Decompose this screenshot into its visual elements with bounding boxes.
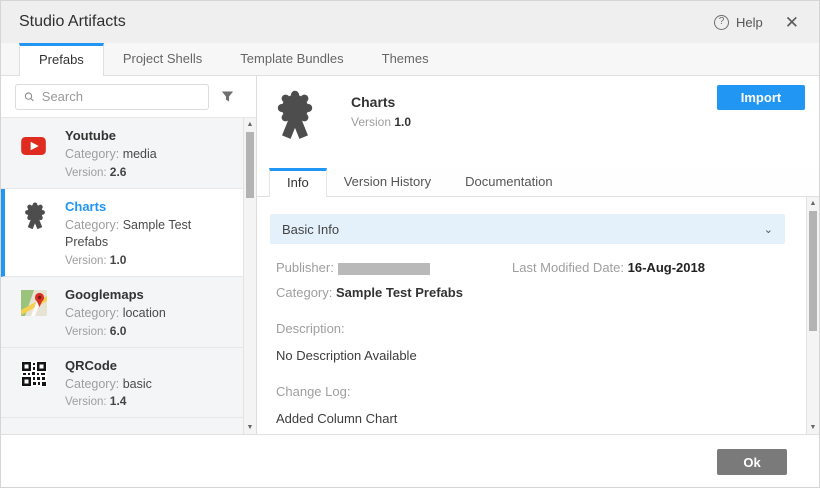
tab-template-bundles[interactable]: Template Bundles (221, 43, 362, 75)
title-bar: Studio Artifacts ? Help ✕ (1, 1, 819, 43)
prefab-sidebar: Youtube Category: media Version: 2.6 (1, 76, 257, 434)
item-version: Version: 1.0 (65, 253, 215, 267)
filter-funnel-icon (220, 89, 235, 104)
scrollbar-thumb[interactable] (809, 211, 817, 331)
search-icon (24, 91, 35, 103)
tab-info[interactable]: Info (269, 168, 327, 197)
scroll-down-icon[interactable]: ▼ (244, 421, 256, 434)
publisher-field: Publisher: (276, 260, 512, 275)
info-tab-content: Basic Info ⌄ Publisher: Last Modified Da… (257, 197, 819, 434)
publisher-redacted (338, 263, 430, 275)
category-field: Category: Sample Test Prefabs (276, 285, 785, 300)
last-modified-field: Last Modified Date: 16-Aug-2018 (512, 260, 705, 275)
scroll-down-icon[interactable]: ▼ (807, 421, 819, 434)
list-item-qrcode[interactable]: QRCode Category: basic Version: 1.4 (1, 348, 243, 419)
help-button[interactable]: ? Help (714, 15, 763, 30)
scrollbar-thumb[interactable] (246, 132, 254, 198)
list-item-googlemaps[interactable]: Googlemaps Category: location Version: 6… (1, 277, 243, 348)
item-version: Version: 2.6 (65, 165, 157, 179)
changelog-label: Change Log: (276, 384, 785, 399)
main-tab-bar: Prefabs Project Shells Template Bundles … (1, 43, 819, 76)
dialog-footer: Ok (1, 434, 819, 488)
search-row (1, 76, 256, 117)
item-name: Charts (65, 199, 215, 214)
detail-panel: Charts Version 1.0 Import Info Version H… (257, 76, 819, 434)
item-name: Youtube (65, 128, 157, 143)
item-name: Googlemaps (65, 287, 166, 302)
item-name: QRCode (65, 358, 152, 373)
item-name: LinkedInOAuth (65, 433, 158, 434)
dialog-title: Studio Artifacts (19, 13, 126, 31)
item-category: Category: location (65, 305, 166, 322)
detail-header: Charts Version 1.0 Import (257, 76, 819, 168)
map-icon (21, 290, 51, 338)
item-category: Category: media (65, 146, 157, 163)
studio-artifacts-dialog: Studio Artifacts ? Help ✕ Prefabs Projec… (0, 0, 820, 488)
basic-info-section-header[interactable]: Basic Info ⌄ (270, 214, 785, 244)
import-button[interactable]: Import (717, 85, 805, 110)
item-version: Version: 6.0 (65, 324, 166, 338)
scroll-up-icon[interactable]: ▲ (807, 197, 819, 210)
list-item-linkedinoauth[interactable]: LinkedInOAuth (1, 418, 243, 434)
prefab-list: Youtube Category: media Version: 2.6 (1, 117, 256, 434)
detail-scrollbar[interactable]: ▲ ▼ (806, 197, 819, 434)
chevron-down-icon: ⌄ (764, 223, 773, 236)
list-item-charts[interactable]: Charts Category: Sample Test Prefabs Ver… (1, 189, 243, 277)
filter-button[interactable] (220, 89, 235, 104)
sidebar-scrollbar[interactable]: ▲ ▼ (243, 118, 256, 434)
search-box[interactable] (15, 84, 209, 110)
help-label: Help (736, 15, 763, 30)
tab-documentation[interactable]: Documentation (448, 168, 569, 196)
search-input[interactable] (42, 89, 200, 104)
item-category: Category: basic (65, 376, 152, 393)
linkedin-icon (21, 431, 51, 434)
ribbon-badge-icon (21, 202, 51, 267)
qrcode-icon (21, 361, 51, 409)
artifact-title: Charts (351, 94, 411, 110)
tab-prefabs[interactable]: Prefabs (19, 43, 104, 76)
list-item-youtube[interactable]: Youtube Category: media Version: 2.6 (1, 118, 243, 189)
tab-version-history[interactable]: Version History (327, 168, 448, 196)
artifact-version: Version 1.0 (351, 115, 411, 129)
ok-button[interactable]: Ok (717, 449, 787, 475)
changelog-value: Added Column Chart (276, 411, 785, 426)
help-icon: ? (714, 15, 729, 30)
scroll-up-icon[interactable]: ▲ (244, 118, 256, 131)
tab-project-shells[interactable]: Project Shells (104, 43, 221, 75)
basic-info-title: Basic Info (282, 222, 339, 237)
tab-themes[interactable]: Themes (363, 43, 448, 75)
description-label: Description: (276, 321, 785, 336)
description-value: No Description Available (276, 348, 785, 363)
youtube-icon (21, 131, 51, 179)
close-icon[interactable]: ✕ (785, 14, 799, 31)
ribbon-badge-icon-large (271, 88, 319, 144)
item-category: Category: Sample Test Prefabs (65, 217, 215, 251)
item-version: Version: 1.4 (65, 394, 152, 408)
detail-tab-bar: Info Version History Documentation (257, 168, 819, 197)
